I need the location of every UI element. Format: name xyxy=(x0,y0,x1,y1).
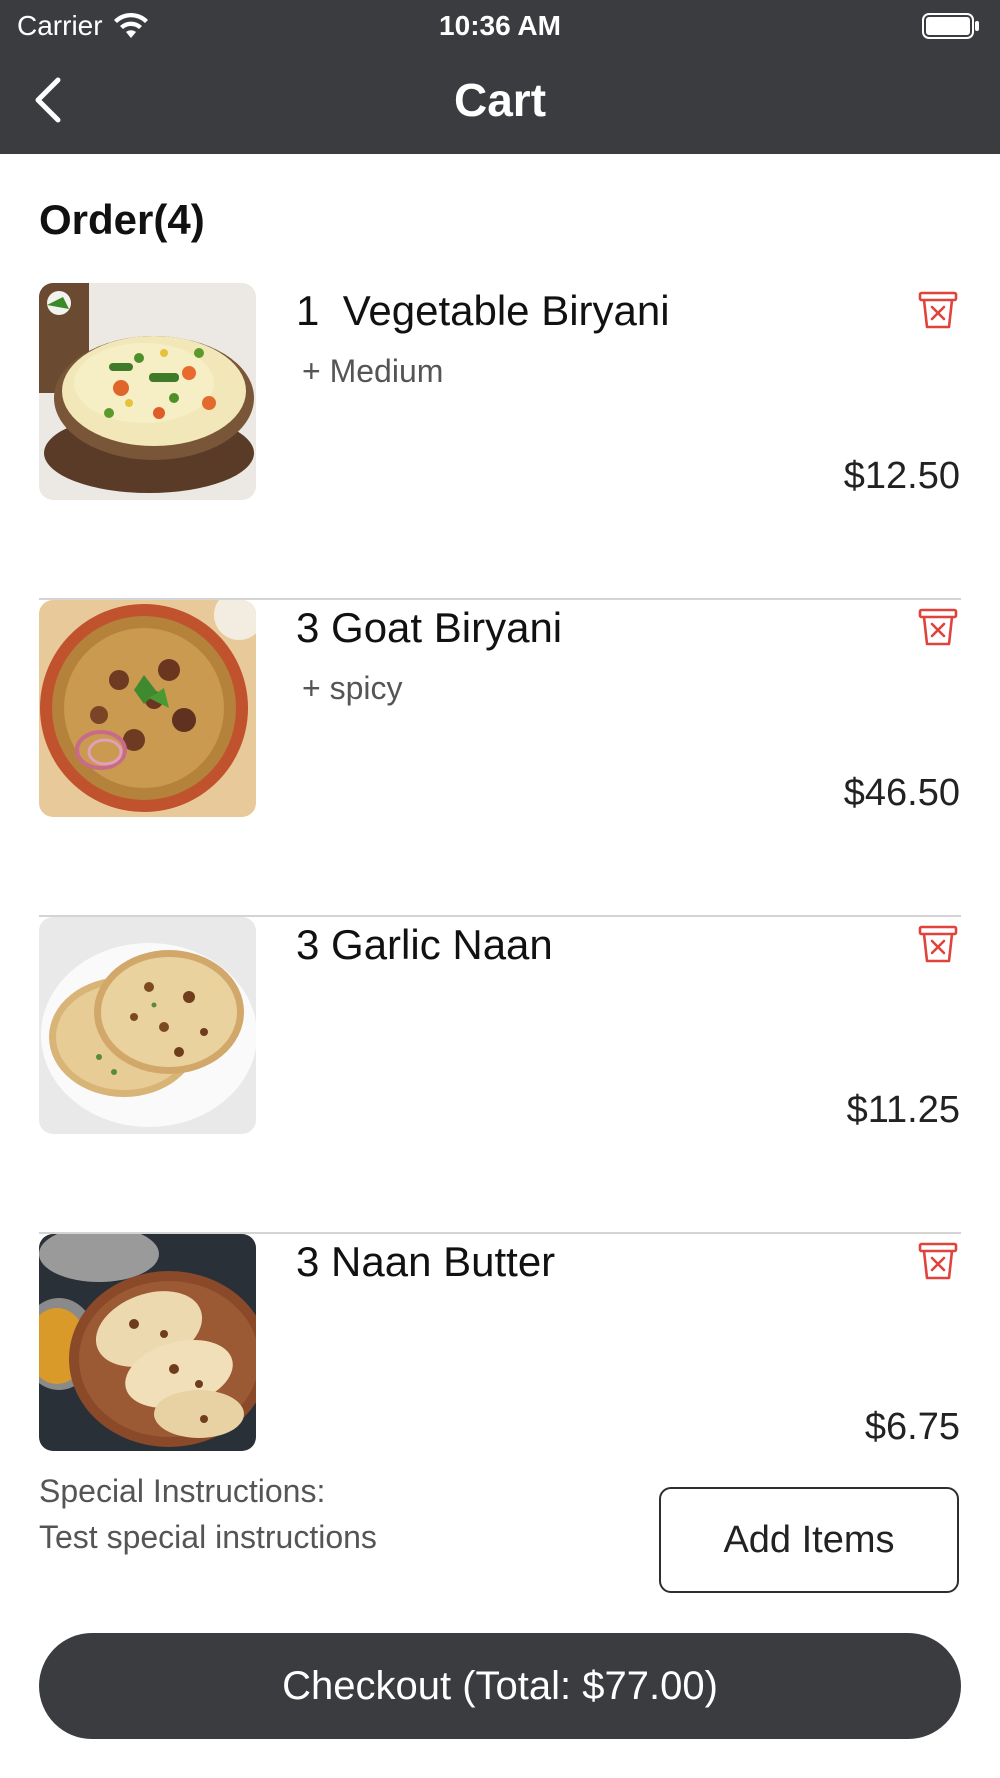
item-name: 3 Garlic Naan xyxy=(296,921,553,968)
item-price: $11.25 xyxy=(846,1089,960,1131)
add-items-button[interactable]: Add Items xyxy=(659,1487,959,1593)
item-modifier: + spicy xyxy=(302,670,403,706)
delete-item-button[interactable] xyxy=(916,921,960,965)
trash-icon xyxy=(918,1242,958,1280)
naan-butter-image xyxy=(39,1234,256,1451)
header-bar: Carrier 10:36 AM Cart xyxy=(0,0,1000,154)
item-price: $6.75 xyxy=(864,1406,960,1448)
item-name: 3 Goat Biryani xyxy=(296,604,563,651)
battery-icon xyxy=(922,13,979,39)
garlic-naan-image xyxy=(39,917,256,1134)
delete-item-button[interactable] xyxy=(916,1238,960,1282)
item-name: 1 Vegetable Biryani xyxy=(296,287,670,334)
item-modifier: + Medium xyxy=(302,353,444,389)
cart-item: 3 Garlic Naan $11.25 xyxy=(0,917,1000,1234)
special-instructions-label: Special Instructions: xyxy=(39,1473,326,1509)
cart-item: 3 Goat Biryani + spicy $46.50 xyxy=(0,600,1000,917)
checkout-button[interactable]: Checkout (Total: $77.00) xyxy=(39,1633,961,1739)
special-instructions: Special Instructions: Test special instr… xyxy=(39,1468,599,1560)
cart-screen: Carrier 10:36 AM Cart Order(4) 1 Vegetab… xyxy=(0,0,1000,1778)
special-instructions-text: Test special instructions xyxy=(39,1519,377,1555)
item-price: $12.50 xyxy=(843,455,960,497)
item-name: 3 Naan Butter xyxy=(296,1238,556,1285)
vegetable-biryani-image xyxy=(39,283,256,500)
cart-item: 1 Vegetable Biryani + Medium $12.50 xyxy=(0,283,1000,600)
item-price: $46.50 xyxy=(843,772,960,814)
order-count-title: Order(4) xyxy=(39,196,205,243)
cart-item: 3 Naan Butter $6.75 xyxy=(0,1234,1000,1464)
cart-item-list: 1 Vegetable Biryani + Medium $12.50 3 Go… xyxy=(0,283,1000,1464)
delete-item-button[interactable] xyxy=(916,287,960,331)
status-time: 10:36 AM xyxy=(439,10,561,41)
trash-icon xyxy=(918,291,958,329)
trash-icon xyxy=(918,608,958,646)
page-title: Cart xyxy=(453,74,547,126)
goat-biryani-image xyxy=(39,600,256,817)
trash-icon xyxy=(918,925,958,963)
delete-item-button[interactable] xyxy=(916,604,960,648)
